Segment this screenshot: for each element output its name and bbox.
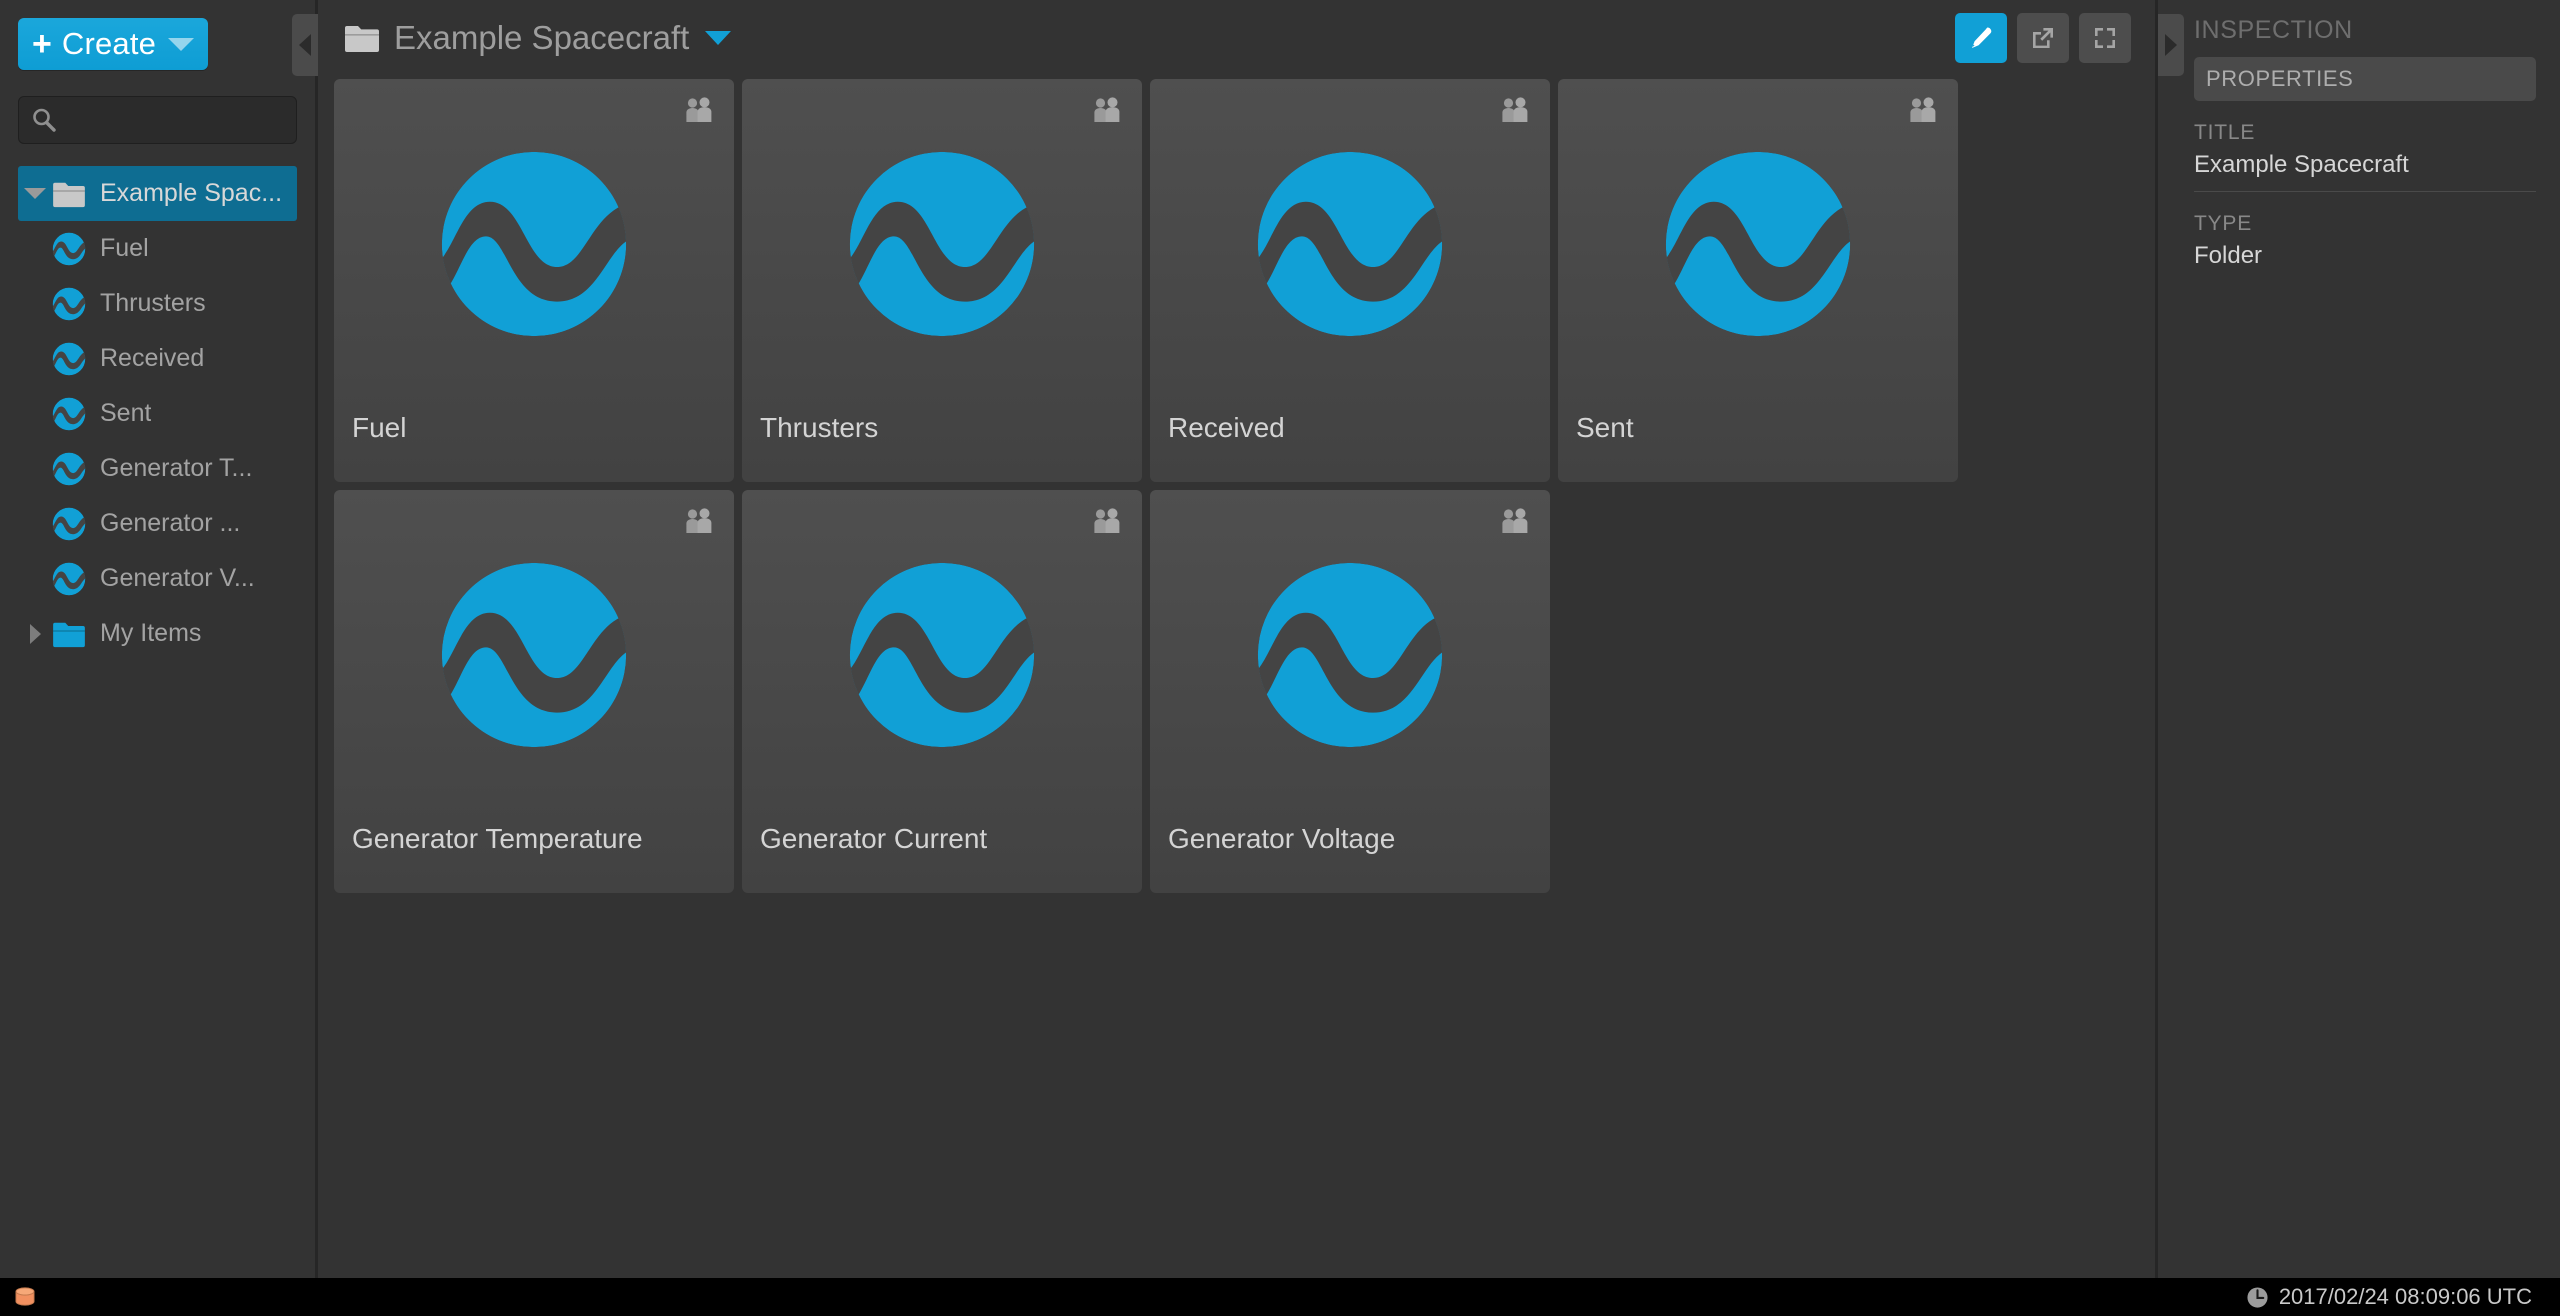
sidebar-item-label: Generator ... (90, 509, 240, 538)
sidebar-item-fuel[interactable]: Fuel (0, 221, 315, 276)
sidebar-item-label: Thrusters (90, 289, 206, 318)
item-grid: Fuel Thrusters Received Sent Generator Tempe… (334, 79, 2155, 893)
plus-icon: + (32, 27, 52, 61)
grid-item-label: Sent (1576, 412, 1634, 444)
header-actions (1955, 13, 2131, 63)
page-title: Example Spacecraft (394, 19, 689, 57)
telemetry-icon (52, 507, 90, 541)
tab-properties[interactable]: PROPERTIES (2194, 57, 2536, 101)
database-icon[interactable] (12, 1284, 38, 1310)
grid-item-card[interactable]: Generator Temperature (334, 490, 734, 893)
grid-item-label: Thrusters (760, 412, 878, 444)
clock-icon (2246, 1286, 2269, 1309)
grid-item-card[interactable]: Generator Voltage (1150, 490, 1550, 893)
fullscreen-button[interactable] (2079, 13, 2131, 63)
caret-down-icon[interactable] (705, 31, 731, 45)
telemetry-icon (52, 232, 90, 266)
property-key: TYPE (2194, 212, 2536, 236)
sidebar-item-label: Generator V... (90, 564, 255, 593)
sidebar-item-generator-t[interactable]: Generator T... (0, 441, 315, 496)
search-box[interactable] (18, 96, 297, 144)
grid-item-label: Received (1168, 412, 1285, 444)
property-value: Example Spacecraft (2194, 145, 2536, 192)
telemetry-icon (52, 397, 90, 431)
sidebar-item-label: Fuel (90, 234, 149, 263)
grid-item-card[interactable]: Fuel (334, 79, 734, 482)
property-key: TITLE (2194, 121, 2536, 145)
status-bar: 2017/02/24 08:09:06 UTC (0, 1278, 2560, 1316)
sidebar-item-label: Received (90, 344, 204, 373)
inspector-collapse-handle[interactable] (2158, 14, 2184, 76)
telemetry-icon (52, 562, 90, 596)
telemetry-icon (1558, 79, 1958, 409)
inspector-panel: INSPECTION PROPERTIES TITLEExample Space… (2155, 0, 2560, 1278)
application-window: + Create Example Spac... Fuel Thrusters Rec… (0, 0, 2560, 1316)
telemetry-icon (334, 79, 734, 409)
external-link-icon (2030, 25, 2056, 51)
main-header: Example Spacecraft (318, 0, 2155, 75)
caret-right-icon[interactable] (18, 624, 52, 644)
sidebar-item-label: Sent (90, 399, 151, 428)
grid-item-card[interactable]: Sent (1558, 79, 1958, 482)
tab-properties-label: PROPERTIES (2206, 66, 2353, 92)
main-content: Example Spacecraft (318, 0, 2155, 1278)
create-button-label: Create (62, 26, 156, 62)
sidebar-item-label: Example Spac... (90, 179, 282, 208)
grid-item-label: Generator Temperature (352, 823, 643, 855)
sidebar-item-label: My Items (90, 619, 201, 648)
item-grid-area: Fuel Thrusters Received Sent Generator Tempe… (318, 75, 2155, 1278)
grid-item-label: Generator Current (760, 823, 987, 855)
property-value: Folder (2194, 236, 2536, 282)
telemetry-icon (52, 452, 90, 486)
sidebar-item-label: Generator T... (90, 454, 252, 483)
breadcrumb[interactable]: Example Spacecraft (344, 19, 731, 57)
arrow-right-icon (2165, 34, 2177, 56)
caret-down-icon (168, 38, 194, 51)
search-input[interactable] (57, 109, 330, 132)
edit-button[interactable] (1955, 13, 2007, 63)
navigation-tree: Example Spac... Fuel Thrusters Received Sent… (0, 166, 315, 661)
grid-item-card[interactable]: Received (1150, 79, 1550, 482)
status-timestamp: 2017/02/24 08:09:06 UTC (2279, 1284, 2532, 1310)
caret-down-icon[interactable] (18, 188, 52, 199)
sidebar-item-my-items[interactable]: My Items (0, 606, 315, 661)
sidebar-item-thrusters[interactable]: Thrusters (0, 276, 315, 331)
telemetry-icon (742, 79, 1142, 409)
grid-item-label: Generator Voltage (1168, 823, 1395, 855)
main-body: + Create Example Spac... Fuel Thrusters Rec… (0, 0, 2560, 1278)
telemetry-icon (334, 490, 734, 820)
sidebar-item-generator[interactable]: Generator ... (0, 496, 315, 551)
search-icon (31, 107, 57, 133)
arrow-left-icon (299, 34, 311, 56)
telemetry-icon (52, 287, 90, 321)
status-right-group: 2017/02/24 08:09:06 UTC (2246, 1284, 2532, 1310)
grid-item-card[interactable]: Generator Current (742, 490, 1142, 893)
new-tab-button[interactable] (2017, 13, 2069, 63)
folder-icon (344, 23, 380, 53)
folder-icon (52, 617, 90, 651)
grid-item-card[interactable]: Thrusters (742, 79, 1142, 482)
telemetry-icon (52, 342, 90, 376)
properties-list: TITLEExample Spacecraft TYPEFolder (2194, 121, 2536, 282)
grid-item-label: Fuel (352, 412, 406, 444)
sidebar-item-generator-v[interactable]: Generator V... (0, 551, 315, 606)
telemetry-icon (1150, 79, 1550, 409)
folder-icon (52, 177, 90, 211)
sidebar-item-received[interactable]: Received (0, 331, 315, 386)
pencil-icon (1968, 25, 1994, 51)
sidebar-item-sent[interactable]: Sent (0, 386, 315, 441)
inspector-header: INSPECTION (2194, 16, 2536, 45)
telemetry-icon (742, 490, 1142, 820)
sidebar-item-example-spac[interactable]: Example Spac... (18, 166, 297, 221)
sidebar-collapse-handle[interactable] (292, 14, 318, 76)
telemetry-icon (1150, 490, 1550, 820)
create-button[interactable]: + Create (18, 18, 208, 70)
left-sidebar: + Create Example Spac... Fuel Thrusters Rec… (0, 0, 318, 1278)
fullscreen-icon (2092, 25, 2118, 51)
